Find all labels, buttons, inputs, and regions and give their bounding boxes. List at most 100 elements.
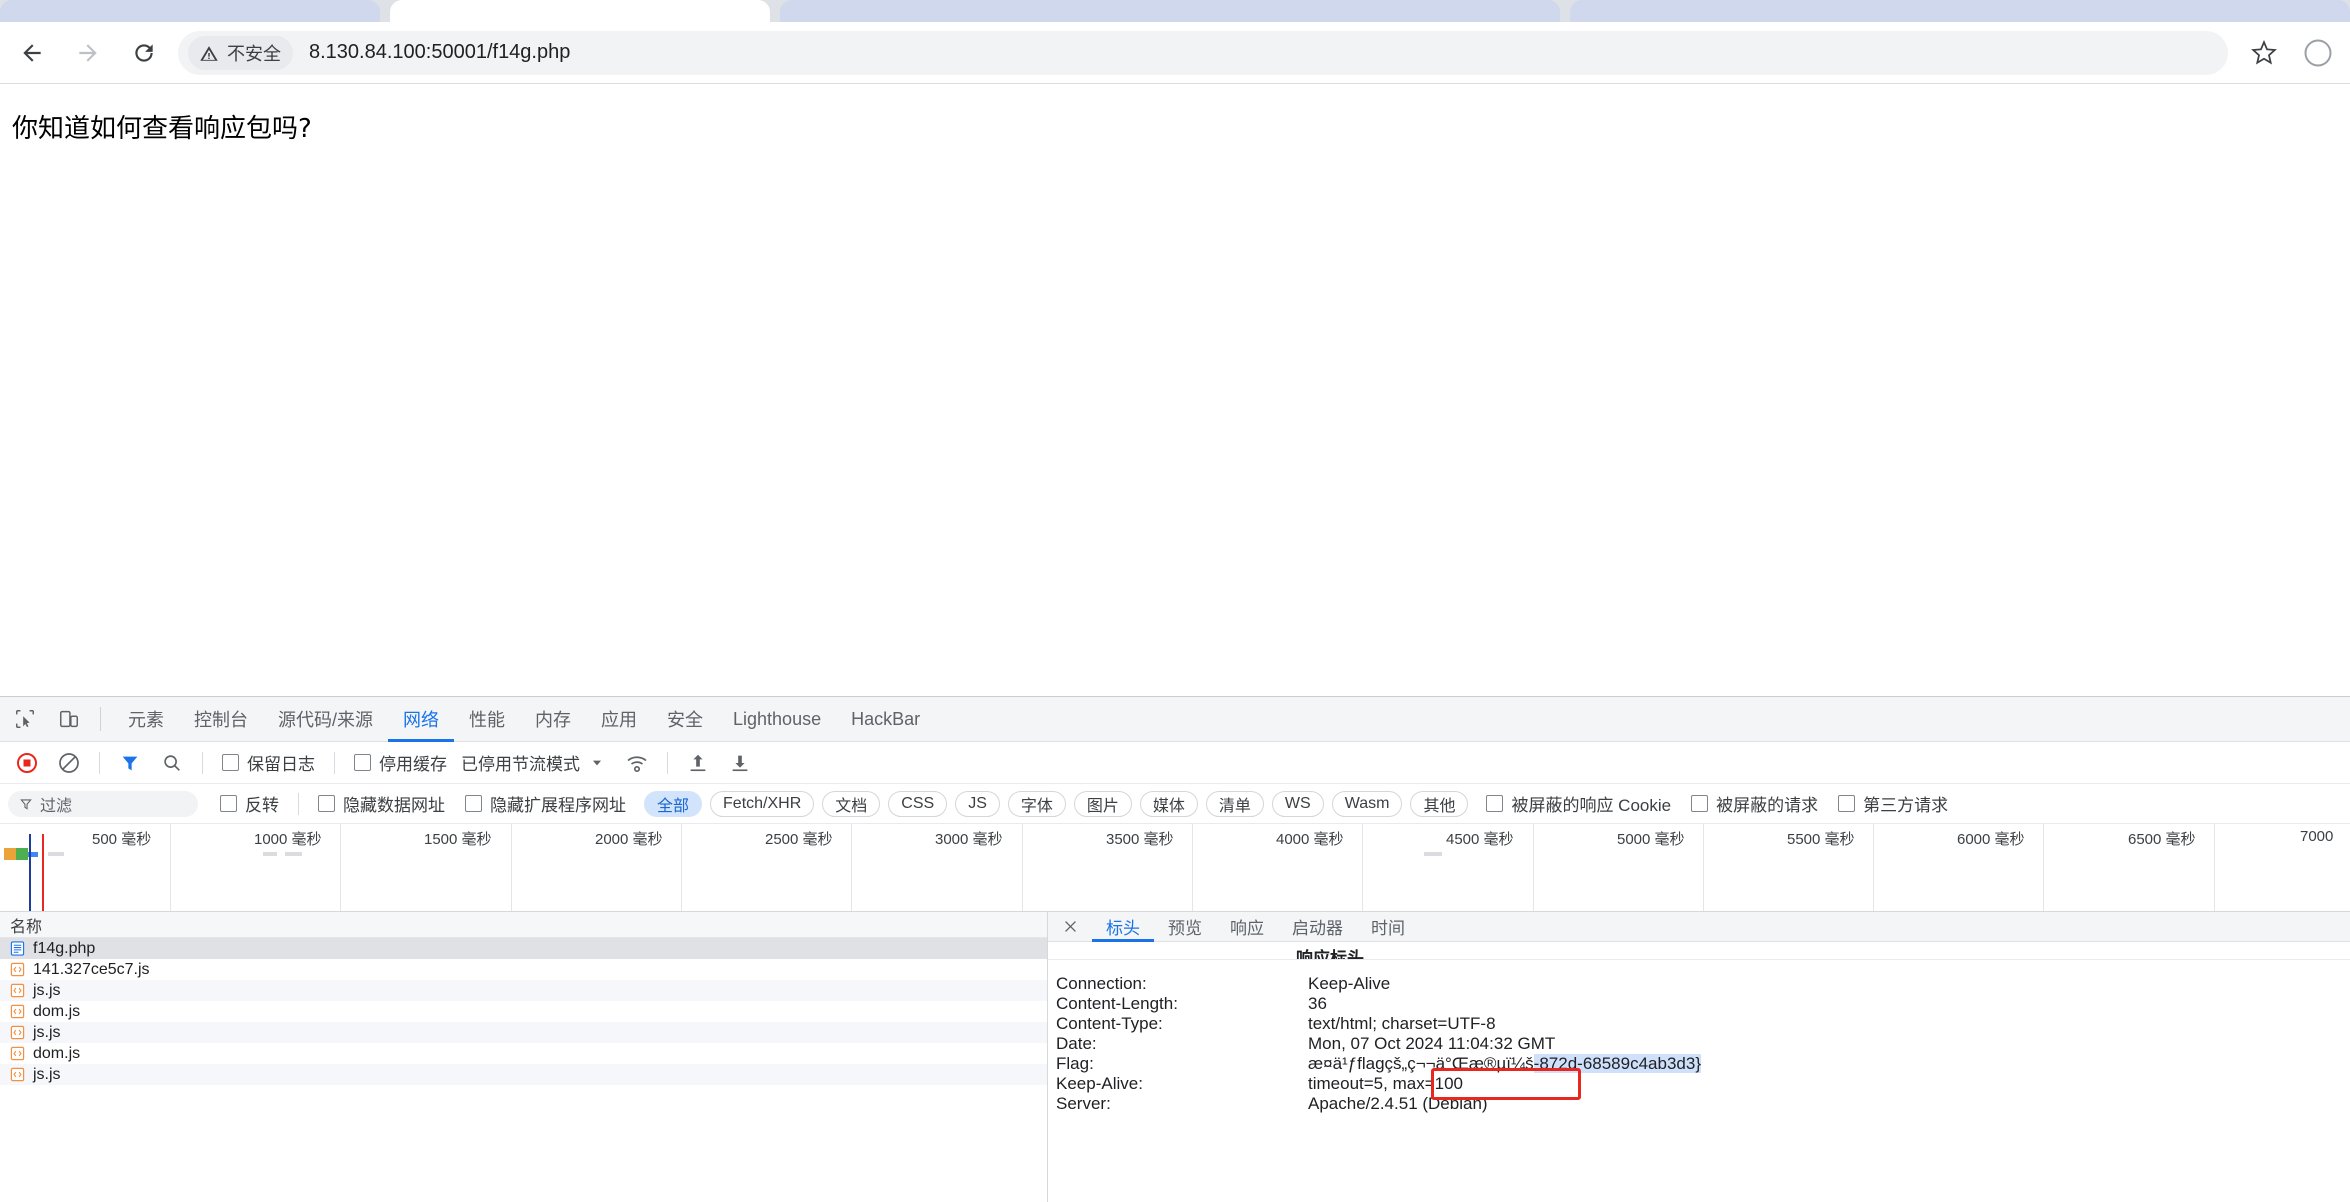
- type-filter-img[interactable]: 图片: [1073, 790, 1132, 817]
- blocked-requests-label: 被屏蔽的请求: [1716, 796, 1819, 815]
- browser-tab-3[interactable]: [780, 0, 1560, 22]
- search-button[interactable]: [155, 746, 189, 780]
- invert-checkbox[interactable]: 反转: [220, 791, 279, 816]
- request-list-header[interactable]: 名称: [0, 912, 1047, 938]
- type-filter-media[interactable]: 媒体: [1139, 790, 1198, 817]
- clear-circle-slash-icon: [59, 752, 79, 773]
- close-detail-button[interactable]: [1058, 915, 1082, 939]
- header-value-flag[interactable]: æ¤ä¹ƒflagçš„ç¬¬ä°Œæ®µï¼š-872d-68589c4ab3…: [1308, 1054, 2350, 1074]
- ruler-label-1500: 1500 毫秒: [424, 831, 492, 848]
- toolbar-divider: [202, 751, 203, 774]
- request-row-141-js[interactable]: 141.327ce5c7.js: [0, 959, 1047, 980]
- network-split-view: 名称 f14g.php 141.327ce5c7.js js.js dom.js…: [0, 912, 2350, 1202]
- import-har-button[interactable]: [681, 746, 715, 780]
- type-filter-js[interactable]: JS: [955, 790, 1000, 817]
- type-filter-css[interactable]: CSS: [888, 790, 948, 817]
- devtools-tab-security[interactable]: 安全: [652, 697, 718, 742]
- security-status-chip[interactable]: 不安全: [188, 35, 293, 70]
- type-filter-other[interactable]: 其他: [1410, 790, 1469, 817]
- type-filter-fetch-xhr[interactable]: Fetch/XHR: [710, 790, 815, 817]
- header-value[interactable]: text/html; charset=UTF-8: [1308, 1014, 2350, 1034]
- request-row-f14g-php[interactable]: f14g.php: [0, 938, 1047, 959]
- devtools-tab-sources[interactable]: 源代码/来源: [263, 697, 388, 742]
- wifi-settings-icon: [627, 755, 647, 772]
- request-row-js-js-1[interactable]: js.js: [0, 980, 1047, 1001]
- devtools-panel: 元素 控制台 源代码/来源 网络 性能 内存 应用 安全 Lighthouse …: [0, 696, 2350, 1202]
- hide-extension-urls-checkbox[interactable]: 隐藏扩展程序网址: [465, 791, 626, 816]
- address-bar[interactable]: 不安全 8.130.84.100:50001/f14g.php: [178, 30, 2228, 75]
- request-row-js-js-3[interactable]: js.js: [0, 1064, 1047, 1085]
- checkbox-box: [465, 795, 482, 812]
- record-button[interactable]: [10, 746, 44, 780]
- header-row-date: Date: Mon, 07 Oct 2024 11:04:32 GMT: [1048, 1034, 2350, 1054]
- detail-tab-timing[interactable]: 时间: [1357, 912, 1419, 942]
- script-file-icon: [10, 1046, 25, 1061]
- filter-toggle-button[interactable]: [113, 746, 147, 780]
- filter-input-placeholder: 过滤: [40, 797, 73, 815]
- inspect-element-button[interactable]: [6, 700, 44, 738]
- overview-bar-grey-3: [285, 852, 302, 856]
- header-value[interactable]: Keep-Alive: [1308, 974, 2350, 994]
- request-row-dom-js-1[interactable]: dom.js: [0, 1001, 1047, 1022]
- blocked-requests-checkbox[interactable]: 被屏蔽的请求: [1691, 791, 1818, 816]
- detail-tab-headers[interactable]: 标头: [1092, 912, 1154, 942]
- invert-label: 反转: [245, 796, 279, 815]
- throttling-label: 已停用节流模式: [461, 755, 580, 774]
- throttling-dropdown[interactable]: 已停用节流模式: [461, 750, 604, 775]
- header-value[interactable]: Apache/2.4.51 (Debian): [1308, 1094, 2350, 1114]
- detail-tab-response[interactable]: 响应: [1216, 912, 1278, 942]
- hide-data-urls-checkbox[interactable]: 隐藏数据网址: [318, 791, 445, 816]
- header-row-content-type: Content-Type: text/html; charset=UTF-8: [1048, 1014, 2350, 1034]
- request-row-dom-js-2[interactable]: dom.js: [0, 1043, 1047, 1064]
- network-conditions-button[interactable]: [620, 746, 654, 780]
- devtools-tab-lighthouse[interactable]: Lighthouse: [718, 697, 836, 742]
- devtools-tab-network[interactable]: 网络: [388, 697, 454, 742]
- clear-button[interactable]: [52, 746, 86, 780]
- request-list[interactable]: 名称 f14g.php 141.327ce5c7.js js.js dom.js…: [0, 912, 1048, 1202]
- third-party-requests-checkbox[interactable]: 第三方请求: [1838, 791, 1948, 816]
- type-filter-all[interactable]: 全部: [644, 790, 703, 817]
- browser-tab-2-active[interactable]: [390, 0, 770, 22]
- devtools-tab-elements[interactable]: 元素: [113, 697, 179, 742]
- bookmark-star-button[interactable]: [2242, 31, 2286, 75]
- request-name: js.js: [33, 981, 61, 999]
- devtools-tab-hackbar[interactable]: HackBar: [836, 697, 935, 742]
- devtools-tab-console[interactable]: 控制台: [179, 697, 263, 742]
- type-filter-manifest[interactable]: 清单: [1205, 790, 1264, 817]
- devtools-tab-memory[interactable]: 内存: [520, 697, 586, 742]
- type-filter-ws[interactable]: WS: [1271, 790, 1324, 817]
- hide-data-urls-label: 隐藏数据网址: [343, 796, 445, 815]
- header-value[interactable]: Mon, 07 Oct 2024 11:04:32 GMT: [1308, 1034, 2350, 1054]
- detail-tab-preview[interactable]: 预览: [1154, 912, 1216, 942]
- type-filter-font[interactable]: 字体: [1007, 790, 1066, 817]
- preserve-log-checkbox[interactable]: 保留日志: [222, 750, 315, 775]
- forward-button[interactable]: [64, 29, 112, 77]
- document-file-icon: [10, 941, 25, 956]
- profile-avatar-button[interactable]: [2296, 31, 2340, 75]
- filter-input[interactable]: 过滤: [8, 790, 198, 817]
- reload-button[interactable]: [120, 29, 168, 77]
- star-icon: [2251, 39, 2277, 65]
- devtools-tab-application[interactable]: 应用: [586, 697, 652, 742]
- disable-cache-checkbox[interactable]: 停用缓存: [354, 750, 447, 775]
- blocked-cookies-checkbox[interactable]: 被屏蔽的响应 Cookie: [1486, 791, 1671, 816]
- back-button[interactable]: [8, 29, 56, 77]
- detail-tab-initiator[interactable]: 启动器: [1278, 912, 1357, 942]
- header-value[interactable]: timeout=5, max=100: [1308, 1074, 2350, 1094]
- header-row-flag: Flag: æ¤ä¹ƒflagçš„ç¬¬ä°Œæ®µï¼š-872d-6858…: [1048, 1054, 2350, 1074]
- type-filter-doc[interactable]: 文档: [822, 790, 881, 817]
- type-filter-wasm[interactable]: Wasm: [1331, 790, 1403, 817]
- header-value[interactable]: 36: [1308, 994, 2350, 1014]
- header-row-keep-alive: Keep-Alive: timeout=5, max=100: [1048, 1074, 2350, 1094]
- header-name: Server:: [1056, 1094, 1111, 1113]
- request-name: dom.js: [33, 1044, 81, 1062]
- request-row-js-js-2[interactable]: js.js: [0, 1022, 1047, 1043]
- export-har-button[interactable]: [723, 746, 757, 780]
- script-file-icon: [10, 983, 25, 998]
- devtools-tab-performance[interactable]: 性能: [454, 697, 520, 742]
- browser-tab-1[interactable]: [0, 0, 380, 22]
- browser-tab-4[interactable]: [1570, 0, 2350, 22]
- hide-extension-urls-label: 隐藏扩展程序网址: [490, 796, 626, 815]
- device-toolbar-button[interactable]: [50, 700, 88, 738]
- network-overview-timeline[interactable]: 500 毫秒 1000 毫秒 1500 毫秒 2000 毫秒 2500 毫秒 3…: [0, 824, 2350, 912]
